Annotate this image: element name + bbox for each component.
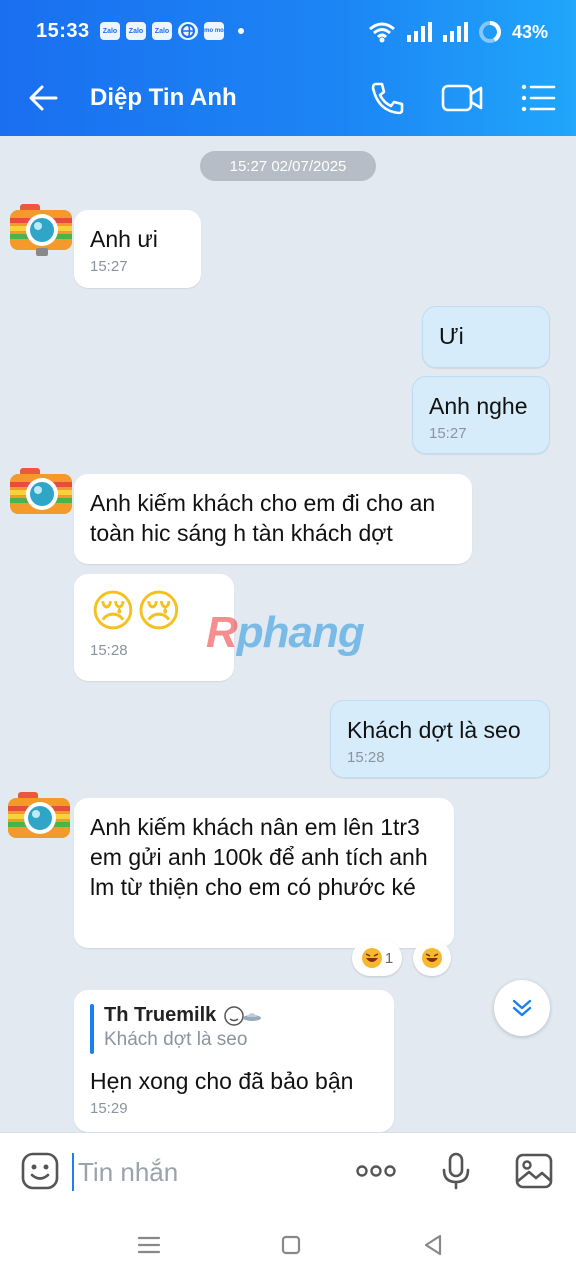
message-bubble-outgoing[interactable]: Ưi bbox=[422, 306, 550, 368]
back-button[interactable] bbox=[22, 78, 66, 118]
more-notifications-dot bbox=[238, 28, 244, 34]
wifi-icon bbox=[369, 22, 395, 43]
camera-avatar-icon bbox=[10, 468, 72, 514]
quoted-message[interactable]: Th Truemilk Khách dợt là seo bbox=[90, 1004, 378, 1054]
add-reaction-button[interactable] bbox=[413, 940, 451, 976]
ufo-emoji-icon bbox=[224, 1005, 261, 1026]
camera-avatar-icon bbox=[8, 792, 70, 838]
phone-icon bbox=[371, 82, 404, 115]
camera-avatar-icon bbox=[10, 204, 72, 256]
crying-emoji: 😢😢 bbox=[90, 587, 182, 636]
message-time: 15:27 bbox=[90, 258, 128, 275]
recent-apps-button[interactable] bbox=[134, 1230, 164, 1260]
battery-icon bbox=[478, 21, 501, 43]
video-camera-icon bbox=[441, 84, 483, 112]
status-right-icons: 43% bbox=[368, 20, 548, 44]
contact-avatar[interactable] bbox=[4, 790, 74, 848]
message-bubble-outgoing[interactable]: Khách dợt là seo 15:28 bbox=[330, 700, 550, 778]
message-input[interactable] bbox=[72, 1153, 332, 1191]
message-bubble-outgoing[interactable]: Anh nghe 15:27 bbox=[412, 376, 550, 454]
menu-lines-icon bbox=[137, 1236, 161, 1254]
more-options-button[interactable] bbox=[354, 1151, 398, 1191]
message-reaction[interactable]: 1 bbox=[352, 940, 402, 976]
more-dots-icon bbox=[356, 1165, 396, 1177]
chat-titlebar: Diệp Tin Anh bbox=[0, 64, 576, 134]
contact-avatar[interactable] bbox=[6, 466, 76, 524]
smiley-icon bbox=[21, 1152, 59, 1190]
video-call-button[interactable] bbox=[440, 78, 484, 118]
message-time: 15:29 bbox=[90, 1100, 128, 1117]
message-text: Anh kiếm khách nân em lên 1tr3 em gửi an… bbox=[90, 814, 428, 900]
message-text: Anh kiếm khách cho em đi cho an toàn hic… bbox=[90, 490, 436, 546]
scroll-to-bottom-button[interactable] bbox=[494, 980, 550, 1036]
laughing-emoji-icon bbox=[361, 948, 382, 968]
send-photo-button[interactable] bbox=[514, 1151, 554, 1191]
message-text: Anh ưi bbox=[90, 226, 158, 252]
message-time: 15:28 bbox=[347, 749, 385, 766]
voice-message-button[interactable] bbox=[436, 1151, 476, 1191]
reaction-count: 1 bbox=[384, 949, 394, 967]
watermark-logo: Rphang bbox=[206, 608, 365, 657]
app-header: 15:33 Zalo Zalo Zalo mo mo 43% Diệp Tin … bbox=[0, 0, 576, 136]
microphone-icon bbox=[442, 1152, 470, 1190]
message-bubble-incoming[interactable]: Anh kiếm khách cho em đi cho an toàn hic… bbox=[74, 474, 472, 564]
back-arrow-icon bbox=[29, 85, 58, 111]
message-bubble-incoming-reply[interactable]: Th Truemilk Khách dợt là seo Hẹn xong ch… bbox=[74, 990, 394, 1132]
menu-list-icon bbox=[521, 84, 556, 112]
sticker-button[interactable] bbox=[20, 1151, 60, 1191]
message-text: Khách dợt là seo bbox=[347, 717, 521, 743]
signal-icon bbox=[442, 22, 468, 42]
signal-icon bbox=[406, 22, 432, 42]
quote-author: Th Truemilk bbox=[104, 1004, 262, 1027]
chat-messages-area[interactable]: 15:27 02/07/2025 Anh ưi 15:27 Ưi Anh ngh… bbox=[0, 136, 576, 1132]
triangle-back-icon bbox=[424, 1234, 442, 1256]
image-icon bbox=[515, 1153, 553, 1189]
globe-notification-icon bbox=[178, 22, 198, 40]
home-button[interactable] bbox=[276, 1230, 306, 1260]
zalo-notification-icon: Zalo bbox=[152, 22, 172, 40]
momo-notification-icon: mo mo bbox=[204, 22, 224, 40]
message-text: Anh nghe bbox=[429, 393, 528, 419]
battery-percent: 43% bbox=[511, 21, 548, 42]
message-time: 15:28 bbox=[90, 642, 128, 659]
status-time: 15:33 bbox=[36, 20, 90, 42]
message-time: 15:27 bbox=[429, 425, 467, 442]
quote-text: Khách dợt là seo bbox=[104, 1029, 248, 1050]
contact-avatar[interactable] bbox=[6, 202, 76, 260]
message-text: Hẹn xong cho đã bảo bận bbox=[90, 1068, 354, 1094]
voice-call-button[interactable] bbox=[364, 78, 408, 118]
chat-options-button[interactable] bbox=[516, 78, 560, 118]
status-notification-icons: Zalo Zalo Zalo mo mo bbox=[100, 22, 244, 40]
message-bubble-incoming[interactable]: Anh ưi 15:27 bbox=[74, 210, 201, 288]
system-navigation-bar bbox=[0, 1210, 576, 1280]
zalo-notification-icon: Zalo bbox=[126, 22, 146, 40]
message-composer bbox=[0, 1132, 576, 1210]
status-bar: 15:33 Zalo Zalo Zalo mo mo 43% bbox=[0, 0, 576, 64]
contact-name[interactable]: Diệp Tin Anh bbox=[90, 84, 237, 112]
system-back-button[interactable] bbox=[418, 1230, 448, 1260]
message-bubble-incoming[interactable]: Anh kiếm khách nân em lên 1tr3 em gửi an… bbox=[74, 798, 454, 948]
laughing-emoji-icon bbox=[422, 948, 442, 968]
message-text: Ưi bbox=[439, 323, 464, 349]
zalo-notification-icon: Zalo bbox=[100, 22, 120, 40]
date-separator: 15:27 02/07/2025 bbox=[200, 151, 376, 181]
double-chevron-down-icon bbox=[512, 999, 532, 1017]
quote-bar bbox=[90, 1004, 94, 1054]
square-home-icon bbox=[281, 1235, 301, 1255]
